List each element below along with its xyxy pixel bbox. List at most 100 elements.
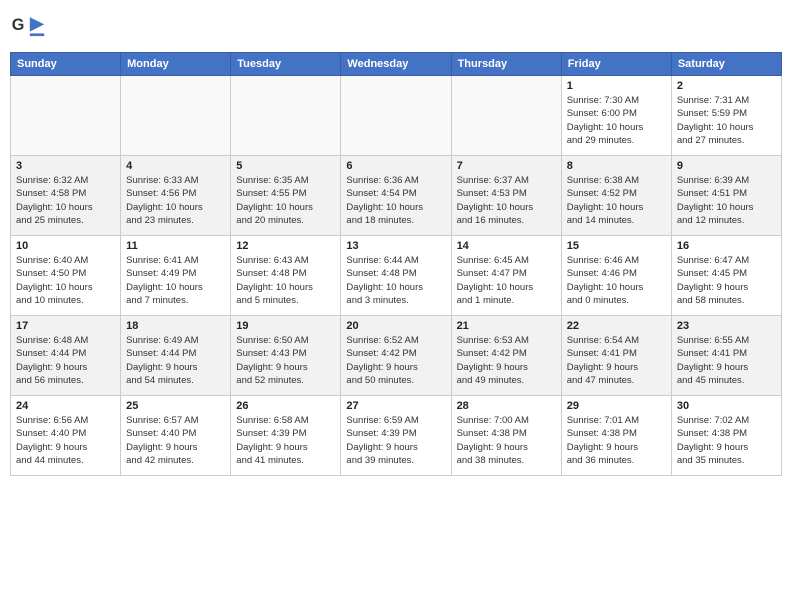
calendar-cell: 21Sunrise: 6:53 AM Sunset: 4:42 PM Dayli…	[451, 316, 561, 396]
calendar-cell	[341, 76, 451, 156]
calendar-cell: 8Sunrise: 6:38 AM Sunset: 4:52 PM Daylig…	[561, 156, 671, 236]
day-number: 25	[126, 400, 225, 412]
day-number: 4	[126, 160, 225, 172]
day-info: Sunrise: 6:40 AM Sunset: 4:50 PM Dayligh…	[16, 254, 115, 307]
calendar-cell: 18 Sunrise: 6:49 AM Sunset: 4:44 PM Dayli…	[121, 316, 231, 396]
weekday-header: Monday	[121, 53, 231, 76]
day-info: Sunrise: 6:36 AM Sunset: 4:54 PM Dayligh…	[346, 174, 445, 227]
calendar-cell: 22 Sunrise: 6:54 AM Sunset: 4:41 PM Dayli…	[561, 316, 671, 396]
calendar-cell: 4 Sunrise: 6:33 AM Sunset: 4:56 PM Daylig…	[121, 156, 231, 236]
calendar-cell: 3 Sunrise: 6:32 AM Sunset: 4:58 PM Daylig…	[11, 156, 121, 236]
day-number: 24	[16, 400, 115, 412]
day-info: Sunrise: 6:59 AM Sunset: 4:39 PM Dayligh…	[346, 414, 445, 467]
weekday-header: Thursday	[451, 53, 561, 76]
calendar-cell: 1 Sunrise: 7:30 AM Sunset: 6:00 PM Daylig…	[561, 76, 671, 156]
weekday-header: Wednesday	[341, 53, 451, 76]
day-number: 13	[346, 240, 445, 252]
day-info: Sunrise: 6:35 AM Sunset: 4:55 PM Dayligh…	[236, 174, 335, 227]
day-number: 26	[236, 400, 335, 412]
day-info: Sunrise: 6:47 AM Sunset: 4:45 PM Dayligh…	[677, 254, 776, 307]
calendar-cell: 7 Sunrise: 6:37 AM Sunset: 4:53 PM Daylig…	[451, 156, 561, 236]
calendar-cell: 9 Sunrise: 6:39 AM Sunset: 4:51 PM Daylig…	[671, 156, 781, 236]
day-number: 12	[236, 240, 335, 252]
calendar-cell: 20 Sunrise: 6:52 AM Sunset: 4:42 PM Dayli…	[341, 316, 451, 396]
day-info: Sunrise: 6:44 AM Sunset: 4:48 PM Dayligh…	[346, 254, 445, 307]
day-info: Sunrise: 6:39 AM Sunset: 4:51 PM Dayligh…	[677, 174, 776, 227]
calendar-cell: 6Sunrise: 6:36 AM Sunset: 4:54 PM Daylig…	[341, 156, 451, 236]
day-number: 27	[346, 400, 445, 412]
day-number: 16	[677, 240, 776, 252]
calendar-cell: 24 Sunrise: 6:56 AM Sunset: 4:40 PM Dayli…	[11, 396, 121, 476]
day-number: 17	[16, 320, 115, 332]
day-info: Sunrise: 6:45 AM Sunset: 4:47 PM Dayligh…	[457, 254, 556, 307]
calendar-cell	[231, 76, 341, 156]
day-number: 22	[567, 320, 666, 332]
day-number: 3	[16, 160, 115, 172]
day-info: Sunrise: 6:56 AM Sunset: 4:40 PM Dayligh…	[16, 414, 115, 467]
day-info: Sunrise: 7:31 AM Sunset: 5:59 PM Dayligh…	[677, 94, 776, 147]
day-info: Sunrise: 6:58 AM Sunset: 4:39 PM Dayligh…	[236, 414, 335, 467]
day-number: 8	[567, 160, 666, 172]
calendar-cell: 2 Sunrise: 7:31 AM Sunset: 5:59 PM Daylig…	[671, 76, 781, 156]
day-number: 11	[126, 240, 225, 252]
day-number: 20	[346, 320, 445, 332]
calendar-week-row: 3 Sunrise: 6:32 AM Sunset: 4:58 PM Daylig…	[11, 156, 782, 236]
day-info: Sunrise: 6:53 AM Sunset: 4:42 PM Dayligh…	[457, 334, 556, 387]
calendar-cell: 30Sunrise: 7:02 AM Sunset: 4:38 PM Dayli…	[671, 396, 781, 476]
calendar-cell: 19Sunrise: 6:50 AM Sunset: 4:43 PM Dayli…	[231, 316, 341, 396]
logo-icon: G	[10, 10, 46, 46]
day-info: Sunrise: 6:54 AM Sunset: 4:41 PM Dayligh…	[567, 334, 666, 387]
day-info: Sunrise: 7:30 AM Sunset: 6:00 PM Dayligh…	[567, 94, 666, 147]
day-number: 30	[677, 400, 776, 412]
logo: G	[10, 10, 50, 46]
calendar-cell: 10 Sunrise: 6:40 AM Sunset: 4:50 PM Dayli…	[11, 236, 121, 316]
day-number: 29	[567, 400, 666, 412]
calendar-cell	[121, 76, 231, 156]
day-info: Sunrise: 6:52 AM Sunset: 4:42 PM Dayligh…	[346, 334, 445, 387]
page-header: G	[10, 10, 782, 46]
calendar-week-row: 17 Sunrise: 6:48 AM Sunset: 4:44 PM Dayli…	[11, 316, 782, 396]
weekday-header: Saturday	[671, 53, 781, 76]
day-number: 23	[677, 320, 776, 332]
day-number: 9	[677, 160, 776, 172]
day-number: 1	[567, 80, 666, 92]
calendar-week-row: 10 Sunrise: 6:40 AM Sunset: 4:50 PM Dayli…	[11, 236, 782, 316]
weekday-header: Tuesday	[231, 53, 341, 76]
calendar-week-row: 24 Sunrise: 6:56 AM Sunset: 4:40 PM Dayli…	[11, 396, 782, 476]
calendar-cell: 26 Sunrise: 6:58 AM Sunset: 4:39 PM Dayli…	[231, 396, 341, 476]
day-info: Sunrise: 7:00 AM Sunset: 4:38 PM Dayligh…	[457, 414, 556, 467]
calendar-cell: 27 Sunrise: 6:59 AM Sunset: 4:39 PM Dayli…	[341, 396, 451, 476]
day-info: Sunrise: 6:37 AM Sunset: 4:53 PM Dayligh…	[457, 174, 556, 227]
day-info: Sunrise: 6:50 AM Sunset: 4:43 PM Dayligh…	[236, 334, 335, 387]
day-info: Sunrise: 6:46 AM Sunset: 4:46 PM Dayligh…	[567, 254, 666, 307]
day-info: Sunrise: 6:57 AM Sunset: 4:40 PM Dayligh…	[126, 414, 225, 467]
day-number: 10	[16, 240, 115, 252]
calendar-header: SundayMondayTuesdayWednesdayThursdayFrid…	[11, 53, 782, 76]
day-number: 7	[457, 160, 556, 172]
day-info: Sunrise: 6:43 AM Sunset: 4:48 PM Dayligh…	[236, 254, 335, 307]
calendar-cell: 5 Sunrise: 6:35 AM Sunset: 4:55 PM Daylig…	[231, 156, 341, 236]
calendar-cell: 12 Sunrise: 6:43 AM Sunset: 4:48 PM Dayli…	[231, 236, 341, 316]
day-number: 5	[236, 160, 335, 172]
day-info: Sunrise: 6:33 AM Sunset: 4:56 PM Dayligh…	[126, 174, 225, 227]
calendar-cell: 23Sunrise: 6:55 AM Sunset: 4:41 PM Dayli…	[671, 316, 781, 396]
weekday-header: Sunday	[11, 53, 121, 76]
calendar-cell: 29Sunrise: 7:01 AM Sunset: 4:38 PM Dayli…	[561, 396, 671, 476]
day-info: Sunrise: 6:32 AM Sunset: 4:58 PM Dayligh…	[16, 174, 115, 227]
calendar-cell: 17 Sunrise: 6:48 AM Sunset: 4:44 PM Dayli…	[11, 316, 121, 396]
calendar-cell	[11, 76, 121, 156]
day-number: 2	[677, 80, 776, 92]
day-info: Sunrise: 6:49 AM Sunset: 4:44 PM Dayligh…	[126, 334, 225, 387]
day-number: 15	[567, 240, 666, 252]
calendar-cell: 11Sunrise: 6:41 AM Sunset: 4:49 PM Dayli…	[121, 236, 231, 316]
calendar-cell	[451, 76, 561, 156]
calendar-cell: 15 Sunrise: 6:46 AM Sunset: 4:46 PM Dayli…	[561, 236, 671, 316]
day-number: 14	[457, 240, 556, 252]
weekday-header: Friday	[561, 53, 671, 76]
calendar-cell: 13 Sunrise: 6:44 AM Sunset: 4:48 PM Dayli…	[341, 236, 451, 316]
day-number: 18	[126, 320, 225, 332]
calendar-cell: 16 Sunrise: 6:47 AM Sunset: 4:45 PM Dayli…	[671, 236, 781, 316]
calendar-cell: 28Sunrise: 7:00 AM Sunset: 4:38 PM Dayli…	[451, 396, 561, 476]
day-info: Sunrise: 6:48 AM Sunset: 4:44 PM Dayligh…	[16, 334, 115, 387]
svg-text:G: G	[12, 16, 25, 34]
